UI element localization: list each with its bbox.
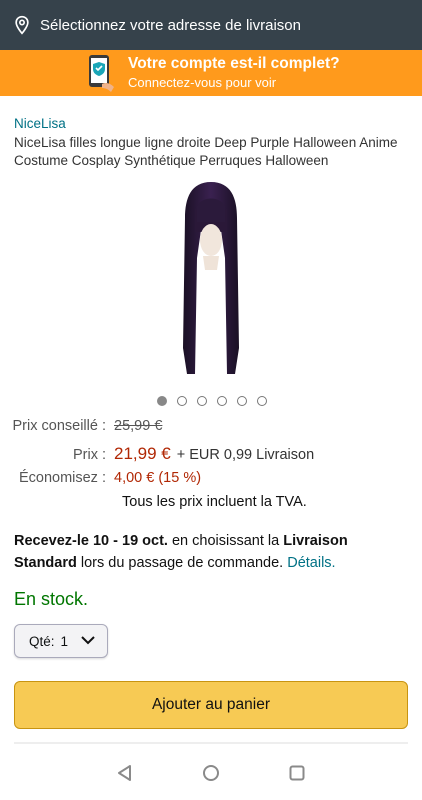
carousel-dot[interactable]	[177, 396, 187, 406]
carousel-dot[interactable]	[237, 396, 247, 406]
list-price-label: Prix conseillé :	[12, 418, 106, 434]
recents-square-icon[interactable]	[287, 763, 307, 783]
list-price-row: Prix conseillé : 25,99 €	[6, 418, 163, 434]
home-circle-icon[interactable]	[201, 763, 221, 783]
brand-link[interactable]: NiceLisa	[14, 116, 66, 131]
tax-note: Tous les prix incluent la TVA.	[122, 494, 307, 510]
details-link[interactable]: Détails.	[287, 555, 335, 571]
savings-label: Économisez :	[18, 470, 106, 486]
chevron-down-icon	[81, 636, 95, 645]
promo-subtitle: Connectez-vous pour voir	[128, 75, 277, 90]
product-title: NiceLisa filles longue ligne droite Deep…	[14, 135, 398, 168]
delivery-info: Recevez-le 10 - 19 oct. en choisissant l…	[14, 530, 410, 574]
delivery-address-bar[interactable]: Sélectionnez votre adresse de livraison	[0, 0, 422, 50]
quantity-select[interactable]: Qté: 1	[14, 624, 108, 658]
quantity-label: Qté:	[29, 633, 55, 649]
phone-shield-icon	[89, 55, 114, 92]
delivery-address-label: Sélectionnez votre adresse de livraison	[40, 16, 301, 34]
location-pin-icon	[15, 15, 29, 35]
carousel-dot[interactable]	[157, 396, 167, 406]
divider	[14, 742, 408, 744]
account-promo-banner[interactable]: Votre compte est-il complet? Connectez-v…	[0, 50, 422, 96]
list-price-value: 25,99 €	[114, 418, 163, 434]
delivery-text-2: lors du passage de commande.	[76, 555, 288, 571]
savings-row: Économisez : 4,00 € (15 %)	[6, 470, 201, 486]
carousel-dot[interactable]	[257, 396, 267, 406]
carousel-dot[interactable]	[217, 396, 227, 406]
shipping-fee: + EUR 0,99 Livraison	[176, 447, 315, 463]
carousel-dot[interactable]	[197, 396, 207, 406]
price-row: Prix : 21,99 € + EUR 0,99 Livraison	[6, 444, 314, 464]
product-image[interactable]	[173, 178, 249, 376]
system-nav-bar	[0, 746, 422, 800]
promo-title: Votre compte est-il complet?	[128, 55, 340, 72]
price-value: 21,99 €	[114, 444, 171, 463]
image-carousel-dots	[157, 396, 267, 406]
savings-value: 4,00 € (15 %)	[114, 470, 202, 486]
delivery-date: Recevez-le 10 - 19 oct.	[14, 533, 168, 549]
add-to-cart-button[interactable]: Ajouter au panier	[14, 681, 408, 729]
delivery-text-1: en choisissant la	[167, 533, 284, 549]
price-label: Prix :	[72, 447, 106, 463]
quantity-value: 1	[60, 633, 69, 649]
stock-status: En stock.	[14, 589, 89, 609]
back-triangle-icon[interactable]	[115, 763, 135, 783]
